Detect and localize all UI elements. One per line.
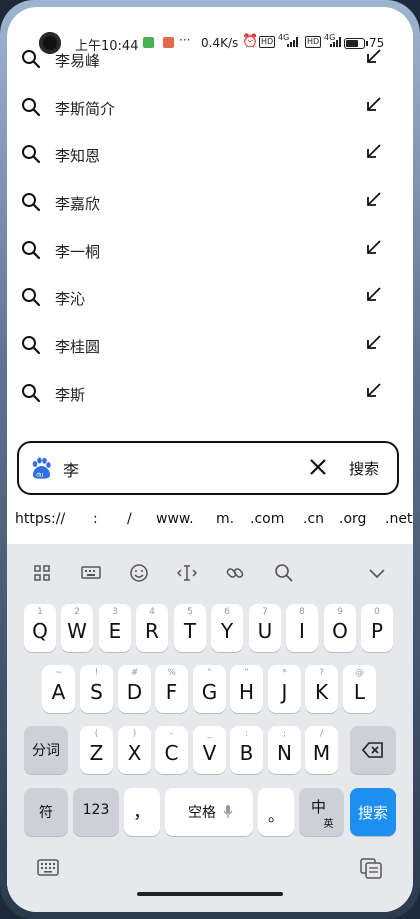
quick-input-org[interactable]: .org — [339, 511, 366, 527]
backspace-icon — [362, 742, 383, 758]
fill-query-arrow-icon[interactable] — [364, 238, 384, 258]
backspace-key[interactable] — [350, 726, 396, 774]
suggestion-item[interactable]: 李易峰 — [7, 33, 413, 81]
fill-query-arrow-icon[interactable] — [364, 381, 384, 401]
search-icon — [22, 336, 41, 355]
fill-query-arrow-icon[interactable] — [364, 333, 384, 353]
microphone-icon — [223, 805, 233, 818]
key-b[interactable]: :B — [230, 726, 263, 774]
suggestion-text: 李易峰 — [55, 52, 101, 70]
key-f[interactable]: % F — [155, 665, 188, 713]
home-indicator[interactable] — [137, 892, 283, 896]
search-bar: du 李 搜索 — [17, 441, 399, 495]
fill-query-arrow-icon[interactable] — [364, 142, 384, 162]
key-h[interactable]: ” H — [230, 665, 263, 713]
key-v[interactable]: _ V — [193, 726, 226, 774]
period-key[interactable]: 。 — [258, 788, 294, 836]
suggestion-item[interactable]: 李桂圆 — [7, 319, 413, 367]
quick-input-slash[interactable]: / — [127, 511, 132, 527]
quick-input-colon[interactable]: : — [93, 511, 98, 527]
screen: 上午10:44 ··· 0.4K/s ⏰ HD 4G HD 4G 75 李易峰 … — [7, 7, 413, 912]
quick-input-https[interactable]: https:// — [15, 511, 65, 527]
number-key[interactable]: 123 — [73, 788, 119, 836]
key-u[interactable]: 7U — [249, 604, 281, 652]
search-icon — [22, 193, 41, 212]
quick-input-net[interactable]: .net — [385, 511, 412, 527]
key-p[interactable]: 0P — [361, 604, 393, 652]
key-e[interactable]: 3E — [99, 604, 131, 652]
key-r[interactable]: 4R — [136, 604, 168, 652]
search-enter-key[interactable]: 搜索 — [350, 788, 396, 836]
search-icon — [22, 145, 41, 164]
key-g[interactable]: “G — [193, 665, 226, 713]
suggestion-item[interactable]: 李沁 — [7, 271, 413, 319]
suggestion-text: 李一桐 — [55, 242, 101, 261]
suggestion-text: 李桂圆 — [55, 338, 101, 357]
search-button[interactable]: 搜索 — [349, 458, 379, 479]
key-i[interactable]: 8I — [286, 604, 318, 652]
key-t[interactable]: 5T — [174, 604, 206, 652]
quick-input-m[interactable]: m. — [216, 511, 234, 527]
fenci-key[interactable]: 分词 — [24, 726, 68, 774]
keyboard-layout-icon[interactable] — [80, 562, 102, 584]
svg-text:du: du — [36, 472, 44, 479]
quick-input-com[interactable]: .com — [250, 511, 284, 527]
key-j[interactable]: * J — [268, 665, 301, 713]
search-icon — [22, 97, 41, 116]
keyboard: 1Q 2W 3E 4R 5T 6Y 7U 8I 9O 0P ~ A ! S # D %… — [7, 544, 413, 912]
key-k[interactable]: ? K — [305, 665, 338, 713]
key-z[interactable]: (Z — [80, 726, 113, 774]
suggestion-item[interactable]: 李斯简介 — [7, 81, 413, 129]
quick-input-www[interactable]: www. — [156, 511, 194, 527]
keyboard-switch-icon[interactable] — [36, 857, 60, 879]
search-icon — [22, 288, 41, 307]
key-x[interactable]: ) X — [118, 726, 151, 774]
fill-query-arrow-icon[interactable] — [364, 190, 384, 210]
search-icon — [22, 240, 41, 259]
search-icon — [22, 383, 41, 402]
key-a[interactable]: ~ A — [42, 665, 75, 713]
search-icon — [22, 50, 41, 69]
suggestion-list: 李易峰 李斯简介 李知恩 李嘉欣 李一桐 李沁 李桂圆 李斯 — [7, 49, 413, 415]
suggestion-text: 李沁 — [55, 290, 86, 309]
search-icon[interactable] — [273, 562, 295, 584]
collapse-keyboard-icon[interactable] — [366, 562, 388, 584]
fill-query-arrow-icon[interactable] — [364, 285, 384, 305]
suggestion-item[interactable]: 李斯 — [7, 367, 413, 415]
phone-frame: 上午10:44 ··· 0.4K/s ⏰ HD 4G HD 4G 75 李易峰 … — [0, 0, 420, 919]
key-m[interactable]: / M — [305, 726, 338, 774]
suggestion-text: 李知恩 — [55, 147, 101, 166]
quick-input-cn[interactable]: .cn — [303, 511, 324, 527]
fill-query-arrow-icon[interactable] — [364, 47, 384, 67]
clear-icon[interactable] — [309, 458, 327, 476]
suggestion-item[interactable]: 李一桐 — [7, 224, 413, 272]
suggestion-text: 李嘉欣 — [55, 195, 101, 214]
key-w[interactable]: 2W — [61, 604, 93, 652]
suggestion-text: 李斯 — [55, 385, 86, 404]
key-o[interactable]: 9O — [324, 604, 356, 652]
suggestion-text: 李斯简介 — [55, 99, 116, 118]
suggestion-item[interactable]: 李知恩 — [7, 128, 413, 176]
key-q[interactable]: 1Q — [24, 604, 56, 652]
emoji-icon[interactable] — [128, 562, 150, 584]
key-c[interactable]: -C — [155, 726, 188, 774]
grid-menu-icon[interactable] — [31, 562, 53, 584]
key-s[interactable]: ! S — [80, 665, 113, 713]
quick-input-strip: https:// : / www. m. .com .cn .org .net — [7, 511, 413, 537]
space-key[interactable]: 空格 — [165, 788, 253, 836]
cursor-edit-icon[interactable] — [176, 562, 198, 584]
clipboard-icon[interactable] — [359, 857, 383, 879]
key-d[interactable]: # D — [118, 665, 151, 713]
symbol-key[interactable]: 符 — [24, 788, 68, 836]
key-n[interactable]: ; N — [268, 726, 301, 774]
link-icon[interactable] — [224, 562, 246, 584]
language-switch-key[interactable]: 中 英 — [299, 788, 344, 836]
key-l[interactable]: @ L — [343, 665, 376, 713]
suggestion-item[interactable]: 李嘉欣 — [7, 176, 413, 224]
baidu-paw-icon: du — [32, 457, 51, 479]
search-input[interactable]: 李 — [63, 457, 79, 481]
key-y[interactable]: 6Y — [211, 604, 243, 652]
fill-query-arrow-icon[interactable] — [364, 95, 384, 115]
